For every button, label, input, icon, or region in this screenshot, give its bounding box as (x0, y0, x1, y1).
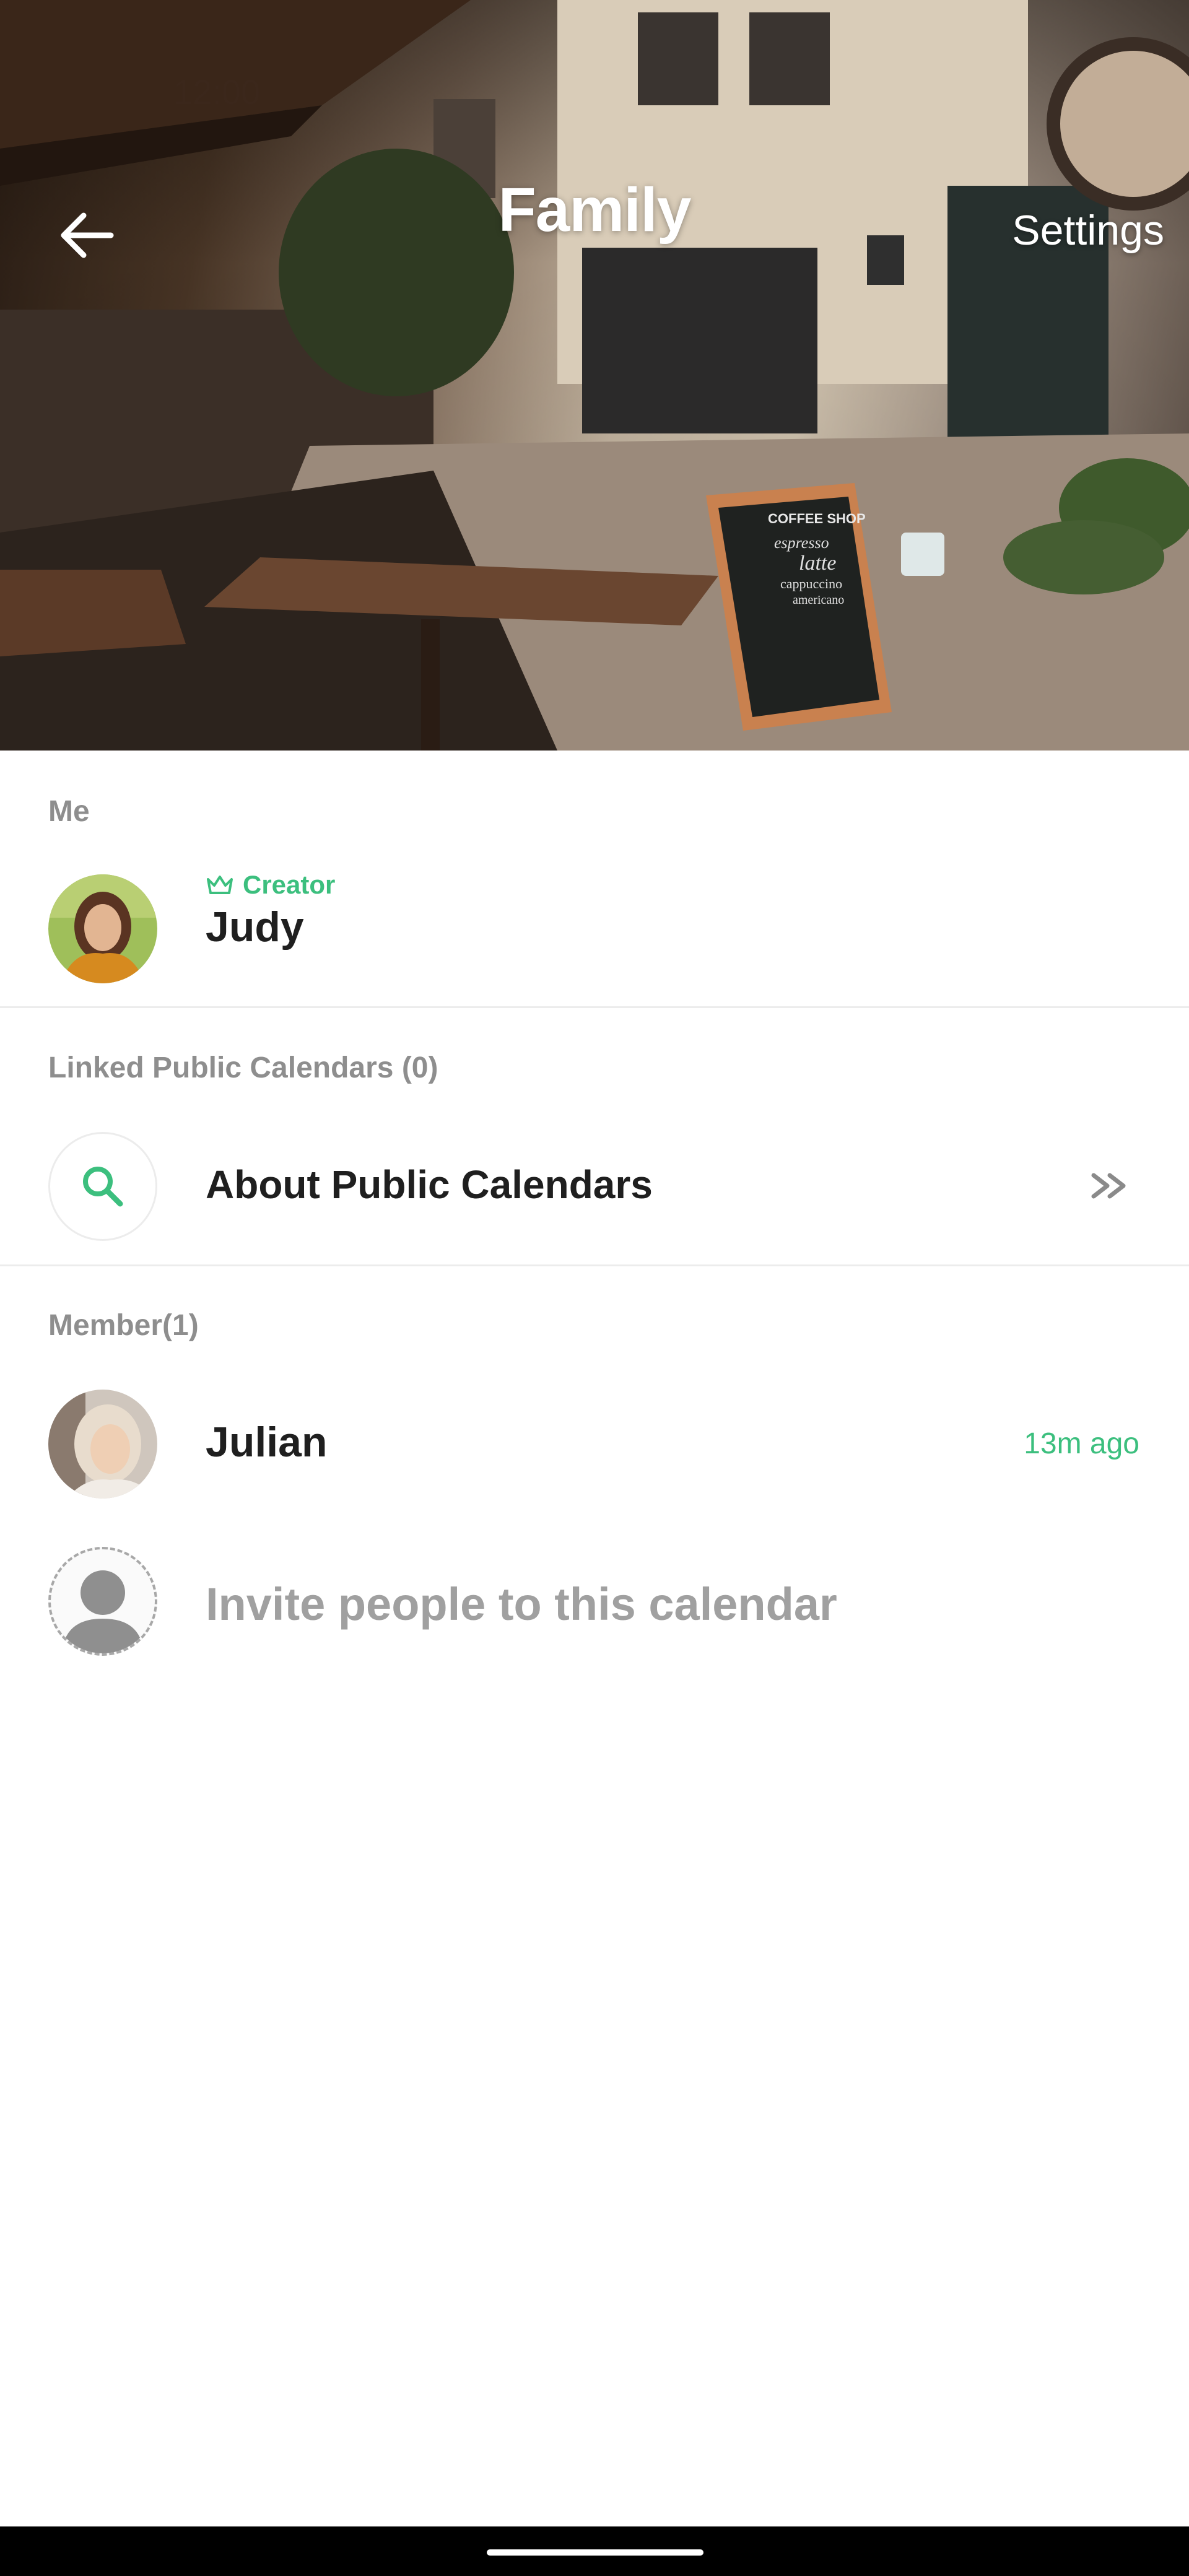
section-label-linked: Linked Public Calendars (0) (48, 1051, 438, 1084)
me-name: Judy (206, 903, 304, 951)
status-bar-time: 12:00 (173, 72, 261, 111)
creator-label: Creator (243, 870, 336, 899)
about-public-calendars-chevron[interactable] (1085, 1164, 1135, 1211)
sign-item: americano (793, 593, 844, 607)
avatar-image-judy (48, 874, 157, 983)
member-last-seen: 13m ago (1024, 1427, 1139, 1460)
section-label-members: Member(1) (48, 1309, 199, 1342)
about-public-calendars-icon-button[interactable] (48, 1132, 157, 1241)
double-chevron-right-icon (1091, 1173, 1126, 1199)
avatar[interactable] (48, 874, 157, 983)
divider (0, 1264, 1189, 1266)
sign-item: latte (799, 552, 836, 575)
crown-icon (207, 876, 233, 894)
page-title: Family (498, 175, 692, 245)
settings-button[interactable]: Settings (1012, 206, 1164, 255)
avatar-image-julian (48, 1390, 157, 1499)
search-icon (83, 1167, 123, 1207)
member-name: Julian (206, 1419, 328, 1466)
cafe-street-photo: COFFEE SHOP espresso latte cappuccino am… (0, 0, 1189, 751)
section-label-me: Me (48, 795, 90, 828)
invite-people-link[interactable]: Invite people to this calendar (206, 1578, 837, 1630)
header-cover-image: COFFEE SHOP espresso latte cappuccino am… (0, 0, 1189, 751)
divider (0, 1006, 1189, 1008)
member-avatar[interactable] (48, 1390, 157, 1499)
sign-item: cappuccino (780, 576, 842, 591)
home-indicator[interactable] (487, 2549, 703, 2556)
sign-item: espresso (774, 534, 829, 552)
sign-heading: COFFEE SHOP (768, 511, 866, 526)
person-placeholder-icon (62, 1570, 144, 1653)
about-public-calendars-link[interactable]: About Public Calendars (206, 1162, 653, 1208)
creator-badge: Creator (206, 870, 335, 900)
invite-avatar-button[interactable] (48, 1547, 157, 1656)
